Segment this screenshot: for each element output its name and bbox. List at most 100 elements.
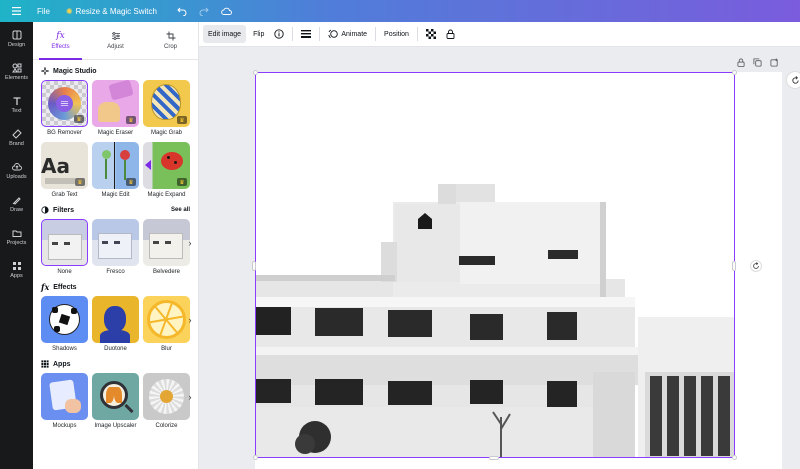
divider [319,27,321,41]
chevron-right-icon[interactable]: › [186,237,194,249]
app-colorize[interactable]: Colorize [143,373,190,429]
effect-blur-thumbnail [143,296,190,343]
page-controls [737,58,779,67]
top-bar: File ✺ Resize & Magic Switch [0,0,800,22]
add-page-icon[interactable] [770,58,779,67]
rail-label: Draw [10,206,23,213]
resize-handle[interactable] [732,455,737,460]
rail-item-elements[interactable]: Elements [0,55,33,88]
tool-magic-expand[interactable]: ♛ Magic Expand [143,142,190,198]
crop-icon [166,31,175,41]
bg-remover-thumbnail: ♛ [41,80,88,127]
info-icon [274,29,285,39]
tool-label: Grab Text [51,192,78,198]
magic-eraser-thumbnail: ♛ [92,80,139,127]
selection-frame [255,72,735,458]
chevron-right-icon[interactable]: › [186,314,194,326]
edit-image-button[interactable]: Edit image [203,25,247,43]
rail-item-apps[interactable]: Apps [0,253,33,286]
tool-label: BG Remover [47,130,82,136]
redo-button[interactable] [199,7,209,16]
divider [416,27,418,41]
chevron-right-icon[interactable]: › [186,391,194,403]
duplicate-page-icon[interactable] [753,58,762,67]
tool-label: Magic Expand [147,192,186,198]
undo-icon [177,7,187,16]
effect-shadows[interactable]: Shadows [41,296,88,352]
tool-magic-eraser[interactable]: ♛ Magic Eraser [92,80,139,136]
apps-icon [12,261,21,270]
resize-handle[interactable] [253,455,258,460]
filter-none-thumbnail [41,219,88,266]
section-title: Magic Studio [53,67,97,75]
filter-fresco[interactable]: Fresco [92,219,139,275]
effect-blur[interactable]: Blur [143,296,190,352]
rail-item-text[interactable]: Text [0,88,33,121]
border-style-button[interactable] [296,25,316,43]
transparency-button[interactable] [421,25,441,43]
app-mockups-thumbnail [41,373,88,420]
tool-bg-remover[interactable]: ♛ BG Remover [41,80,88,136]
app-mockups[interactable]: Mockups [41,373,88,429]
tab-crop[interactable]: Crop [143,22,198,59]
tab-adjust[interactable]: Adjust [88,22,143,59]
grab-text-thumbnail: Aa ♛ [41,142,88,189]
filter-none[interactable]: None [41,219,88,275]
app-label: Colorize [155,423,178,429]
rail-item-draw[interactable]: Draw [0,187,33,220]
tool-magic-edit[interactable]: ♛ Magic Edit [92,142,139,198]
rail-item-brand[interactable]: Brand [0,121,33,154]
refresh-button[interactable] [786,71,800,89]
tab-effects[interactable]: fx Effects [33,22,88,60]
rail-label: Uploads [6,173,27,180]
hamburger-icon [12,7,21,15]
section-title: Apps [53,360,71,368]
tool-magic-grab[interactable]: ♛ Magic Grab [143,80,190,136]
resize-handle[interactable] [732,70,737,75]
rail-item-projects[interactable]: Projects [0,220,33,253]
position-button[interactable]: Position [379,25,414,43]
uploads-icon [11,162,22,170]
info-button[interactable] [269,25,289,43]
app-label: Mockups [52,423,77,429]
menu-button[interactable] [12,7,21,15]
effects-header: fx Effects [33,280,198,294]
tool-grab-text[interactable]: Aa ♛ Grab Text [41,142,88,198]
fx-icon: fx [41,282,50,292]
resize-handle[interactable] [489,456,499,460]
canvas-area [199,47,800,469]
lock-button[interactable] [441,25,460,43]
rotate-handle[interactable] [750,260,762,272]
resize-handle[interactable] [253,70,258,75]
magic-studio-row-1: ♛ BG Remover ♛ Magic Eraser ♛ Magic Grab [33,80,198,136]
crown-icon: ♛ [126,116,136,124]
app-image-upscaler-thumbnail [92,373,139,420]
sliders-icon [60,101,69,106]
effect-label: Duotone [104,346,127,352]
rail-item-uploads[interactable]: Uploads [0,154,33,187]
see-all-link[interactable]: See all [171,207,190,213]
app-image-upscaler[interactable]: Image Upscaler [92,373,139,429]
app-label: Image Upscaler [94,423,137,429]
divider [375,27,377,41]
animate-button[interactable]: Animate [323,25,372,43]
resize-handle[interactable] [732,261,736,271]
magic-studio-row-2: Aa ♛ Grab Text ♛ Magic Edit ♛ Magic Expa… [33,142,198,198]
flip-button[interactable]: Flip [248,25,269,43]
filter-belvedere[interactable]: Belvedere [143,219,190,275]
rail-label: Elements [5,74,28,81]
rail-label: Apps [10,272,23,279]
rail-label: Brand [9,140,24,147]
file-menu[interactable]: File [37,7,50,16]
effect-duotone[interactable]: Duotone [92,296,139,352]
magic-edit-thumbnail: ♛ [92,142,139,189]
resize-handle[interactable] [252,261,256,271]
edit-image-panel: fx Effects Adjust Crop Magic Studio ♛ BG… [33,22,199,469]
cloud-save-button[interactable] [221,7,232,15]
filters-header: Filters See all [33,203,198,217]
undo-button[interactable] [177,7,187,16]
page-lock-icon[interactable] [737,58,745,67]
filter-belvedere-thumbnail [143,219,190,266]
resize-magic-switch-button[interactable]: ✺ Resize & Magic Switch [66,7,157,16]
rail-item-design[interactable]: Design [0,22,33,55]
